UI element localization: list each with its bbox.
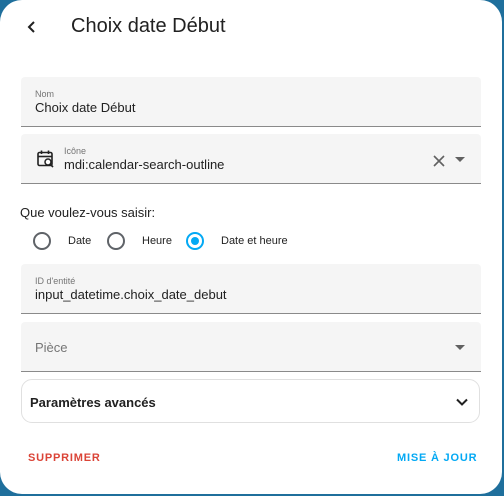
caret-down-icon[interactable] xyxy=(455,345,465,350)
icon-field[interactable]: Icône mdi:calendar-search-outline xyxy=(21,134,481,184)
name-field-value[interactable]: Choix date Début xyxy=(35,100,135,116)
back-button[interactable] xyxy=(19,14,45,40)
advanced-settings-label: Paramètres avancés xyxy=(30,395,156,410)
mode-radio-group: Date Heure Date et heure xyxy=(0,229,502,255)
icon-field-value[interactable]: mdi:calendar-search-outline xyxy=(64,157,224,173)
name-field-label: Nom xyxy=(35,89,55,99)
advanced-settings-expander[interactable]: Paramètres avancés xyxy=(21,379,480,423)
entity-id-field[interactable]: ID d'entité input_datetime.choix_date_de… xyxy=(21,264,481,314)
delete-button[interactable]: SUPPRIMER xyxy=(28,452,101,464)
radio-date-et-heure-label: Date et heure xyxy=(221,235,288,247)
entity-id-label: ID d'entité xyxy=(35,276,76,286)
radio-heure-label: Heure xyxy=(142,235,172,247)
caret-down-icon[interactable] xyxy=(455,157,465,162)
area-select[interactable]: Pièce xyxy=(21,322,481,372)
area-select-placeholder: Pièce xyxy=(35,340,68,355)
radio-selected-dot xyxy=(191,237,199,245)
entity-settings-dialog: Choix date Début Nom Choix date Début Ic… xyxy=(0,0,502,494)
radio-date[interactable] xyxy=(33,232,51,250)
chevron-left-icon xyxy=(27,21,35,33)
radio-date-label: Date xyxy=(68,235,92,247)
close-icon[interactable] xyxy=(432,154,446,168)
radio-heure[interactable] xyxy=(107,232,125,250)
entity-id-value[interactable]: input_datetime.choix_date_debut xyxy=(35,287,227,303)
radio-date-et-heure[interactable] xyxy=(186,232,204,250)
calendar-search-icon xyxy=(37,150,54,168)
dialog-header: Choix date Début xyxy=(0,0,502,52)
icon-field-label: Icône xyxy=(64,146,87,156)
name-field[interactable]: Nom Choix date Début xyxy=(21,77,481,127)
update-button[interactable]: MISE À JOUR xyxy=(397,452,477,464)
chevron-down-icon xyxy=(456,398,468,406)
mode-question: Que voulez-vous saisir: xyxy=(20,205,156,220)
dialog-title: Choix date Début xyxy=(71,15,226,37)
